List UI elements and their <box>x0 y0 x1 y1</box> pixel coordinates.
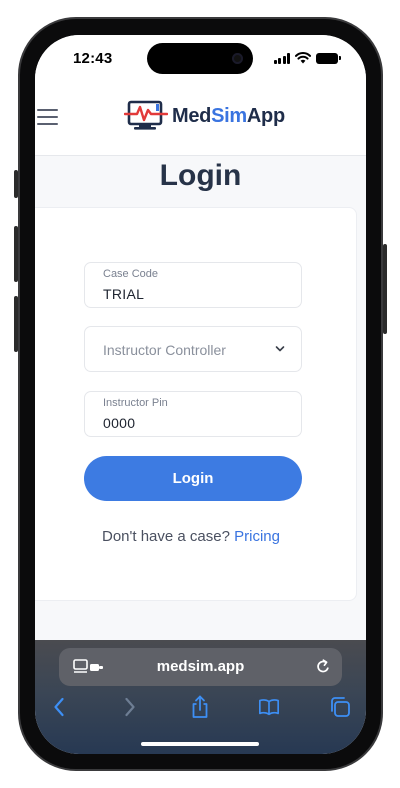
front-camera <box>232 53 243 64</box>
case-code-input[interactable]: TRIAL <box>103 286 144 302</box>
tabs-icon[interactable] <box>329 696 351 718</box>
logo-text: MedSimApp <box>172 104 285 127</box>
login-button[interactable]: Login <box>84 456 302 501</box>
url-text[interactable]: medsim.app <box>59 658 342 675</box>
share-icon[interactable] <box>189 695 211 718</box>
address-bar[interactable]: medsim.app <box>59 648 342 686</box>
medsimapp-logo[interactable]: MedSimApp <box>124 99 285 133</box>
signup-prompt: Don't have a case? Pricing <box>35 528 358 545</box>
hamburger-menu-icon[interactable] <box>37 109 58 125</box>
status-bar: 12:43 <box>35 35 366 85</box>
instructor-pin-label: Instructor Pin <box>103 397 168 409</box>
case-code-field[interactable]: Case Code TRIAL <box>84 262 302 308</box>
app-header: MedSimApp <box>35 85 366 156</box>
battery-icon <box>316 52 341 64</box>
instructor-pin-input[interactable]: 0000 <box>103 415 135 431</box>
case-code-label: Case Code <box>103 268 159 280</box>
bookmarks-icon[interactable] <box>258 696 280 718</box>
chevron-down-icon <box>275 346 285 352</box>
phone-screen: 12:43 MedSimApp Login Case Code TRIAL In… <box>35 35 366 754</box>
role-select[interactable]: Instructor Controller <box>84 326 302 372</box>
back-icon[interactable] <box>48 696 70 718</box>
cellular-signal-icon <box>273 52 290 64</box>
monitor-heartbeat-icon <box>124 100 168 130</box>
home-indicator[interactable] <box>141 742 259 746</box>
signup-prompt-text: Don't have a case? <box>102 528 230 545</box>
role-select-value: Instructor Controller <box>103 342 226 358</box>
dynamic-island <box>147 43 253 74</box>
instructor-pin-field[interactable]: Instructor Pin 0000 <box>84 391 302 437</box>
status-icons <box>273 52 341 64</box>
power-button <box>383 244 387 334</box>
browser-toolbar: medsim.app <box>35 640 366 754</box>
pricing-link[interactable]: Pricing <box>234 528 280 545</box>
status-time: 12:43 <box>73 50 113 67</box>
reload-icon[interactable] <box>315 658 331 675</box>
login-card: Case Code TRIAL Instructor Controller In… <box>35 207 357 601</box>
page-title: Login <box>159 159 242 192</box>
wifi-icon <box>295 52 311 64</box>
forward-icon[interactable] <box>119 696 141 718</box>
